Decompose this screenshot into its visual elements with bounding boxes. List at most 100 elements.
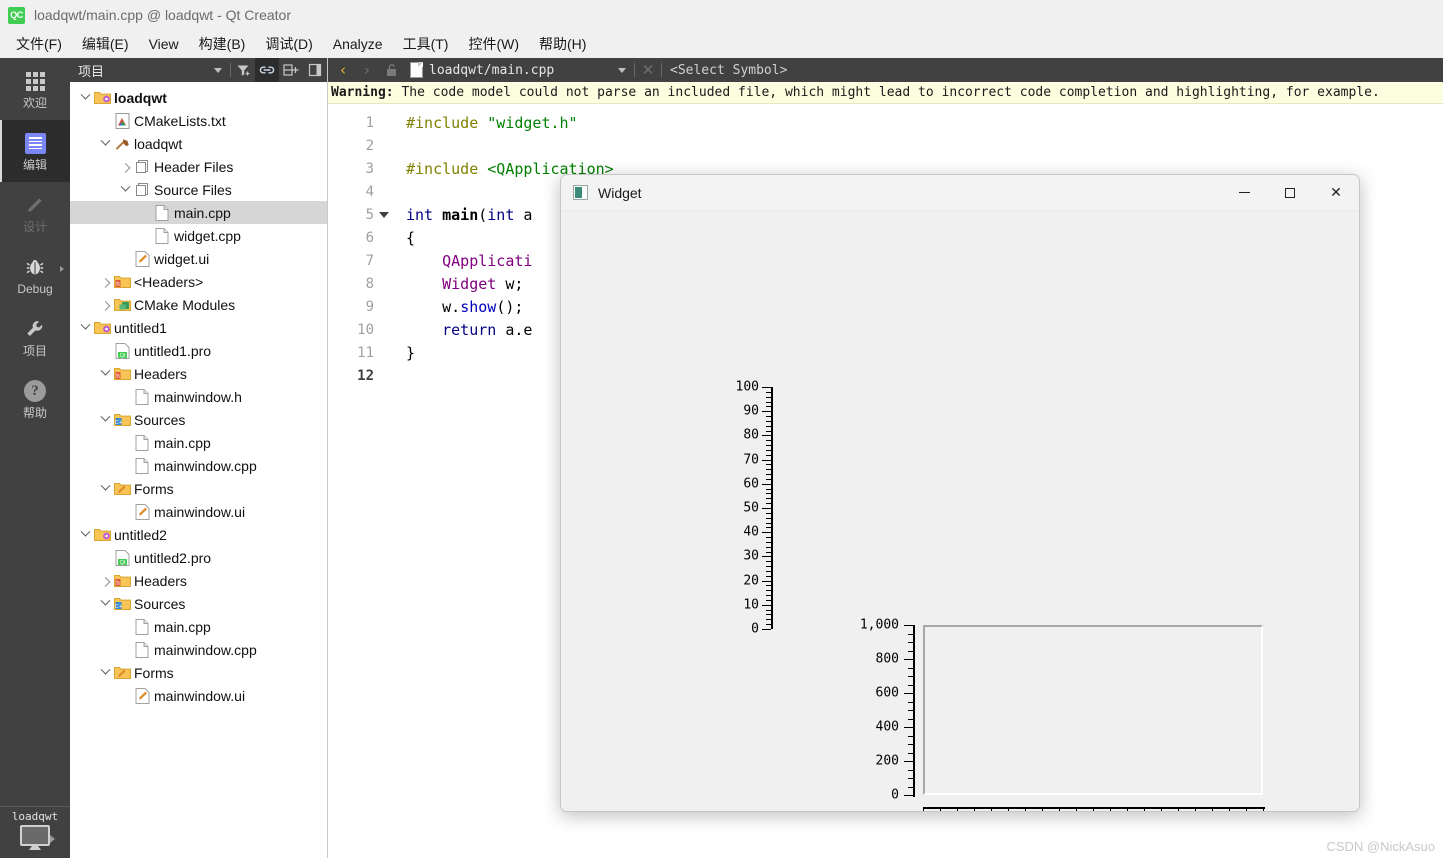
open-file-tab[interactable]: loadqwt/main.cpp: [404, 62, 632, 78]
window-title: loadqwt/main.cpp @ loadqwt - Qt Creator: [34, 7, 291, 23]
menu-build[interactable]: 构建(B): [189, 31, 256, 57]
axis-major-tick: [762, 604, 771, 606]
debug-expand-arrow-icon[interactable]: [60, 266, 64, 272]
menu-edit[interactable]: 编辑(E): [72, 31, 139, 57]
split-add-icon[interactable]: [279, 58, 303, 82]
tree-item[interactable]: h <Headers>: [70, 270, 327, 293]
tree-item[interactable]: untitled2: [70, 523, 327, 546]
axis-minor-tick: [766, 590, 771, 592]
tree-item[interactable]: mainwindow.ui: [70, 684, 327, 707]
tree-item[interactable]: C+ Sources: [70, 592, 327, 615]
tree-item[interactable]: Qt untitled2.pro: [70, 546, 327, 569]
code-line: 1 #include "widget.h": [328, 111, 1443, 134]
axis-major-tick: [762, 435, 771, 437]
mode-item-1[interactable]: 编辑: [0, 120, 70, 182]
chevron-right-icon[interactable]: [118, 162, 132, 173]
tree-item[interactable]: mainwindow.cpp: [70, 638, 327, 661]
code-fold-toggle-icon[interactable]: [374, 211, 394, 218]
qwt-plot-empty[interactable]: 02004006008001,00002004006008001,000: [851, 618, 1265, 811]
link-sync-icon[interactable]: [255, 58, 279, 82]
tree-item[interactable]: mainwindow.ui: [70, 500, 327, 523]
tree-item[interactable]: untitled1: [70, 316, 327, 339]
mode-item-5[interactable]: ? 帮助: [0, 368, 70, 430]
dialog-titlebar[interactable]: Widget ✕: [561, 175, 1359, 211]
filter-dropdown-chevron-icon[interactable]: [206, 58, 230, 82]
unlocked-padlock-icon[interactable]: [380, 59, 402, 81]
tree-item[interactable]: mainwindow.h: [70, 385, 327, 408]
close-icon[interactable]: ✕: [1313, 175, 1359, 211]
axis-minor-tick: [766, 517, 771, 519]
menu-window[interactable]: 控件(W): [458, 31, 529, 57]
x-axis-minor-tick: [1025, 809, 1026, 811]
filter-funnel-icon[interactable]: [231, 58, 255, 82]
mode-item-2[interactable]: 设计: [0, 182, 70, 244]
menu-file[interactable]: 文件(F): [6, 31, 72, 57]
tree-item[interactable]: widget.cpp: [70, 224, 327, 247]
line-number: 11: [357, 344, 374, 361]
chevron-down-icon[interactable]: [98, 480, 112, 492]
y-axis-tick-label: 800: [875, 651, 899, 667]
svg-text:Qt: Qt: [119, 560, 125, 566]
tree-item[interactable]: h Headers: [70, 362, 327, 385]
axis-tick-label: 10: [743, 597, 759, 613]
chevron-down-icon[interactable]: [98, 365, 112, 377]
tree-item[interactable]: Qt untitled1.pro: [70, 339, 327, 362]
tree-item[interactable]: main.cpp: [70, 201, 327, 224]
chevron-down-icon[interactable]: [78, 526, 92, 538]
tree-item[interactable]: CMake Modules: [70, 293, 327, 316]
tree-item[interactable]: main.cpp: [70, 615, 327, 638]
chevron-down-icon[interactable]: [118, 181, 132, 193]
tree-item[interactable]: Header Files: [70, 155, 327, 178]
chevron-down-icon[interactable]: [98, 595, 112, 607]
chevron-down-icon[interactable]: [98, 411, 112, 423]
line-number: 1: [365, 114, 374, 131]
tree-item[interactable]: CMakeLists.txt: [70, 109, 327, 132]
tree-item[interactable]: C+ Sources: [70, 408, 327, 431]
chevron-right-icon[interactable]: [98, 576, 112, 587]
tree-item[interactable]: loadqwt: [70, 86, 327, 109]
tree-item-label: Sources: [134, 411, 186, 428]
widget-dialog-window[interactable]: Widget ✕ 0 10 20 30 40 50 60 70 80 90 100 0 200 400 6…: [560, 174, 1360, 812]
chevron-down-icon[interactable]: [98, 664, 112, 676]
kit-expand-arrow-icon[interactable]: [50, 835, 55, 843]
chevron-down-icon[interactable]: [98, 135, 112, 147]
menu-view[interactable]: View: [139, 33, 189, 55]
tree-item[interactable]: loadqwt: [70, 132, 327, 155]
menu-debug[interactable]: 调试(D): [255, 31, 322, 57]
tree-item[interactable]: widget.ui: [70, 247, 327, 270]
menu-help[interactable]: 帮助(H): [529, 31, 596, 57]
tree-item[interactable]: main.cpp: [70, 431, 327, 454]
tree-item-label: main.cpp: [154, 618, 211, 635]
project-tree[interactable]: loadqwt CMakeLists.txt loadqwt Header Files…: [70, 82, 327, 858]
plot-canvas[interactable]: [923, 625, 1263, 795]
close-x-icon[interactable]: ✕: [637, 59, 659, 81]
tree-item[interactable]: Source Files: [70, 178, 327, 201]
axis-major-tick: [762, 411, 771, 413]
tree-item[interactable]: Forms: [70, 661, 327, 684]
collapse-sidebar-icon[interactable]: [303, 58, 327, 82]
kit-selector[interactable]: loadqwt: [0, 806, 70, 858]
tree-item[interactable]: mainwindow.cpp: [70, 454, 327, 477]
minimize-icon[interactable]: [1221, 175, 1267, 211]
y-axis-tick-label: 0: [891, 787, 899, 803]
mode-item-0[interactable]: 欢迎: [0, 58, 70, 120]
window-titlebar: QC loadqwt/main.cpp @ loadqwt - Qt Creat…: [0, 0, 1443, 30]
x-axis-minor-tick: [1178, 809, 1179, 811]
file-list-chevron-down-icon[interactable]: [618, 67, 626, 73]
menu-analyze[interactable]: Analyze: [323, 33, 393, 55]
menu-tools[interactable]: 工具(T): [393, 31, 459, 57]
chevron-right-icon[interactable]: [98, 300, 112, 311]
chevron-left-icon[interactable]: ‹: [332, 59, 354, 81]
tree-item[interactable]: h Headers: [70, 569, 327, 592]
chevron-right-icon[interactable]: [98, 277, 112, 288]
symbol-selector[interactable]: <Select Symbol>: [664, 63, 787, 78]
mode-item-4[interactable]: 项目: [0, 306, 70, 368]
mode-debug[interactable]: Debug: [0, 244, 70, 306]
axis-minor-tick: [766, 416, 771, 418]
axis-major-tick: [762, 459, 771, 461]
chevron-down-icon[interactable]: [78, 89, 92, 101]
tree-item[interactable]: Forms: [70, 477, 327, 500]
maximize-icon[interactable]: [1267, 175, 1313, 211]
chevron-right-icon[interactable]: ›: [356, 59, 378, 81]
chevron-down-icon[interactable]: [78, 319, 92, 331]
